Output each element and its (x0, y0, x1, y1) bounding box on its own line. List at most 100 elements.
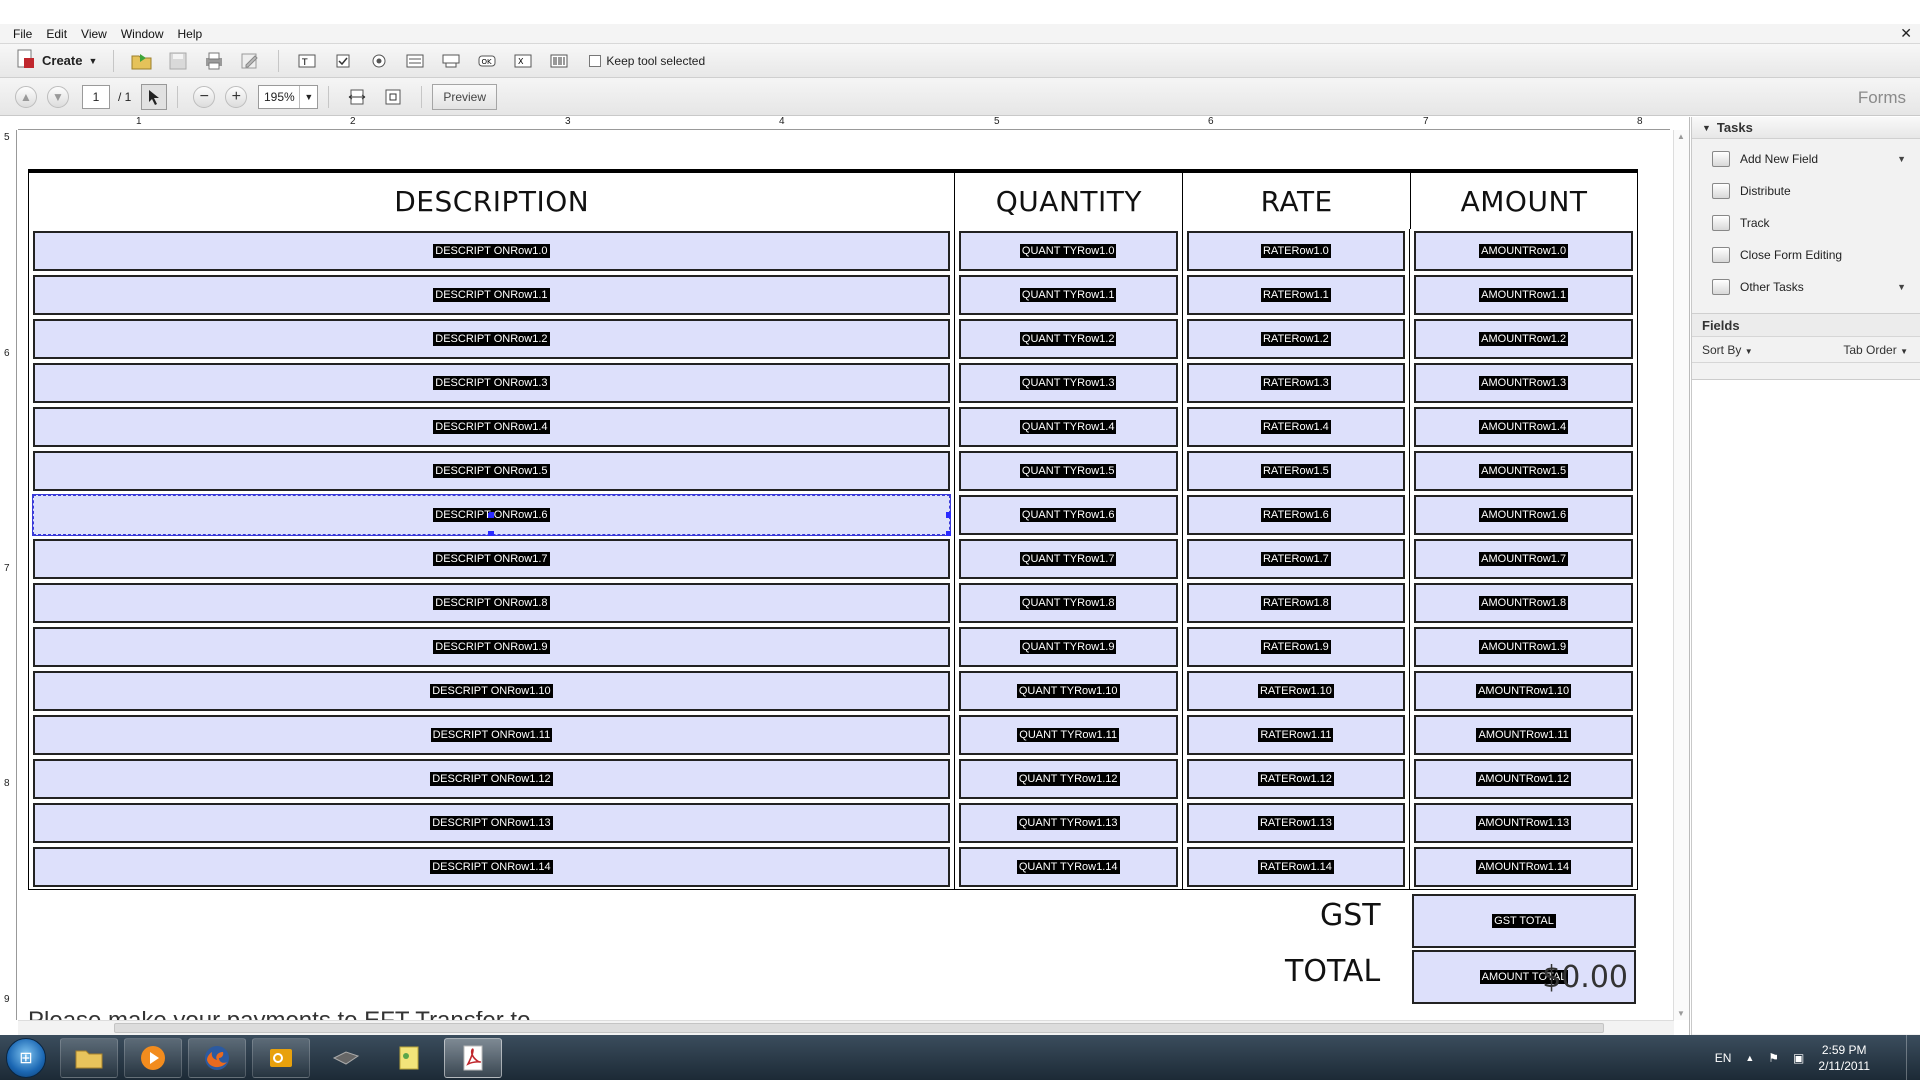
signature-tool-icon[interactable]: X (513, 53, 533, 69)
amount-field[interactable]: AMOUNTRow1.0 (1414, 231, 1633, 271)
select-tool-button[interactable] (141, 83, 168, 110)
dropdown-tool-icon[interactable] (441, 53, 461, 69)
scrollbar-thumb[interactable] (114, 1023, 1604, 1033)
chevron-down-icon[interactable]: ▼ (299, 85, 317, 108)
amount-field[interactable]: AMOUNTRow1.3 (1414, 363, 1633, 403)
quantity-field[interactable]: QUANT TYRow1.9 (958, 627, 1178, 667)
horizontal-scrollbar[interactable] (18, 1020, 1674, 1035)
create-button[interactable]: Create ▼ (10, 49, 103, 72)
description-field[interactable]: DESCRIPT ONRow1.0 (33, 231, 950, 271)
keep-tool-checkbox[interactable] (589, 54, 602, 67)
rate-field[interactable]: RATERow1.11 (1186, 715, 1406, 755)
language-indicator[interactable]: EN (1715, 1051, 1732, 1065)
description-field[interactable]: DESCRIPT ONRow1.5 (33, 451, 950, 491)
action-center-flag-icon[interactable]: ⚑ (1768, 1051, 1779, 1065)
button-tool-icon[interactable]: OK (477, 53, 497, 69)
description-field[interactable]: DESCRIPT ONRow1.13 (33, 803, 950, 843)
amount-total-field[interactable]: AMOUNT TOTAL $0.00 (1412, 950, 1636, 1004)
save-icon[interactable] (166, 50, 190, 72)
outlook-taskbar-button[interactable] (252, 1037, 310, 1078)
description-field[interactable]: DESCRIPT ONRow1.14 (33, 847, 950, 887)
quantity-field[interactable]: QUANT TYRow1.4 (958, 407, 1178, 447)
tasks-header[interactable]: ▼ Tasks (1692, 117, 1920, 139)
description-field[interactable]: DESCRIPT ONRow1.7 (33, 539, 950, 579)
network-icon[interactable]: ▣ (1793, 1051, 1804, 1065)
zoom-out-button[interactable]: − (193, 85, 216, 108)
rate-field[interactable]: RATERow1.12 (1186, 759, 1406, 799)
quantity-field[interactable]: QUANT TYRow1.2 (958, 319, 1178, 359)
rate-field[interactable]: RATERow1.14 (1186, 847, 1406, 887)
scanner-taskbar-button[interactable] (316, 1038, 374, 1078)
rate-field[interactable]: RATERow1.7 (1186, 539, 1406, 579)
quantity-field[interactable]: QUANT TYRow1.3 (958, 363, 1178, 403)
quantity-field[interactable]: QUANT TYRow1.13 (958, 803, 1178, 843)
resize-handle[interactable] (488, 512, 494, 517)
explorer-taskbar-button[interactable] (60, 1037, 118, 1078)
chevron-down-icon[interactable]: ▼ (1897, 154, 1906, 164)
open-folder-icon[interactable] (130, 50, 154, 72)
media-player-taskbar-button[interactable] (124, 1037, 182, 1078)
amount-field[interactable]: AMOUNTRow1.10 (1414, 671, 1633, 711)
rate-field[interactable]: RATERow1.5 (1186, 451, 1406, 491)
chevron-down-icon[interactable]: ▼ (1897, 282, 1906, 292)
radio-button-tool-icon[interactable] (369, 53, 389, 69)
task-add-field[interactable]: Add New Field ▼ (1692, 143, 1920, 175)
quantity-field[interactable]: QUANT TYRow1.6 (958, 495, 1178, 535)
rate-field[interactable]: RATERow1.9 (1186, 627, 1406, 667)
quantity-field[interactable]: QUANT TYRow1.5 (958, 451, 1178, 491)
checkbox-tool-icon[interactable] (333, 53, 353, 69)
fit-width-icon[interactable] (345, 86, 369, 108)
zoom-in-button[interactable]: + (225, 85, 248, 108)
barcode-tool-icon[interactable] (549, 53, 569, 69)
menu-help[interactable]: Help (171, 27, 210, 41)
previous-page-button[interactable]: ▲ (15, 85, 37, 108)
scroll-up-icon[interactable]: ▲ (1677, 132, 1685, 141)
rate-field[interactable]: RATERow1.6 (1186, 495, 1406, 535)
description-field[interactable]: DESCRIPT ONRow1.2 (33, 319, 950, 359)
rate-field[interactable]: RATERow1.13 (1186, 803, 1406, 843)
quantity-field[interactable]: QUANT TYRow1.8 (958, 583, 1178, 623)
amount-field[interactable]: AMOUNTRow1.14 (1414, 847, 1633, 887)
description-field[interactable]: DESCRIPT ONRow1.12 (33, 759, 950, 799)
menu-view[interactable]: View (74, 27, 114, 41)
quantity-field[interactable]: QUANT TYRow1.14 (958, 847, 1178, 887)
description-field[interactable]: DESCRIPT ONRow1.1 (33, 275, 950, 315)
description-field[interactable]: DESCRIPT ONRow1.10 (33, 671, 950, 711)
list-box-tool-icon[interactable] (405, 53, 425, 69)
amount-field[interactable]: AMOUNTRow1.4 (1414, 407, 1633, 447)
amount-field[interactable]: AMOUNTRow1.1 (1414, 275, 1633, 315)
task-track[interactable]: Track (1692, 207, 1920, 239)
menu-edit[interactable]: Edit (39, 27, 74, 41)
vertical-scrollbar[interactable]: ▲ ▼ (1673, 130, 1689, 1020)
fit-page-icon[interactable] (381, 86, 405, 108)
amount-field[interactable]: AMOUNTRow1.12 (1414, 759, 1633, 799)
rate-field[interactable]: RATERow1.4 (1186, 407, 1406, 447)
description-field[interactable]: DESCRIPT ONRow1.3 (33, 363, 950, 403)
task-distribute[interactable]: Distribute (1692, 175, 1920, 207)
text-field-tool-icon[interactable]: T (297, 53, 317, 69)
amount-field[interactable]: AMOUNTRow1.7 (1414, 539, 1633, 579)
keep-tool-toggle[interactable]: Keep tool selected (589, 54, 705, 68)
sort-by-dropdown[interactable]: Sort By ▼ (1702, 343, 1753, 357)
rate-field[interactable]: RATERow1.8 (1186, 583, 1406, 623)
rate-field[interactable]: RATERow1.0 (1186, 231, 1406, 271)
amount-field[interactable]: AMOUNTRow1.6 (1414, 495, 1633, 535)
description-field[interactable]: DESCRIPT ONRow1.6 (33, 495, 951, 536)
preview-button[interactable]: Preview (432, 83, 498, 110)
description-field[interactable]: DESCRIPT ONRow1.9 (33, 627, 950, 667)
quantity-field[interactable]: QUANT TYRow1.11 (958, 715, 1178, 755)
menu-window[interactable]: Window (114, 27, 171, 41)
next-page-button[interactable]: ▼ (47, 85, 69, 108)
resize-handle[interactable] (945, 531, 951, 536)
tab-order-dropdown[interactable]: Tab Order ▼ (1843, 343, 1908, 357)
rate-field[interactable]: RATERow1.10 (1186, 671, 1406, 711)
show-hidden-icons-icon[interactable]: ▲ (1745, 1053, 1754, 1063)
rate-field[interactable]: RATERow1.3 (1186, 363, 1406, 403)
resize-handle[interactable] (488, 531, 494, 536)
show-desktop-button[interactable] (1906, 1035, 1920, 1080)
amount-field[interactable]: AMOUNTRow1.2 (1414, 319, 1633, 359)
page-number-input[interactable]: 1 (82, 84, 110, 109)
clock[interactable]: 2:59 PM 2/11/2011 (1818, 1042, 1870, 1074)
print-icon[interactable] (202, 50, 226, 72)
menu-file[interactable]: File (6, 27, 39, 41)
